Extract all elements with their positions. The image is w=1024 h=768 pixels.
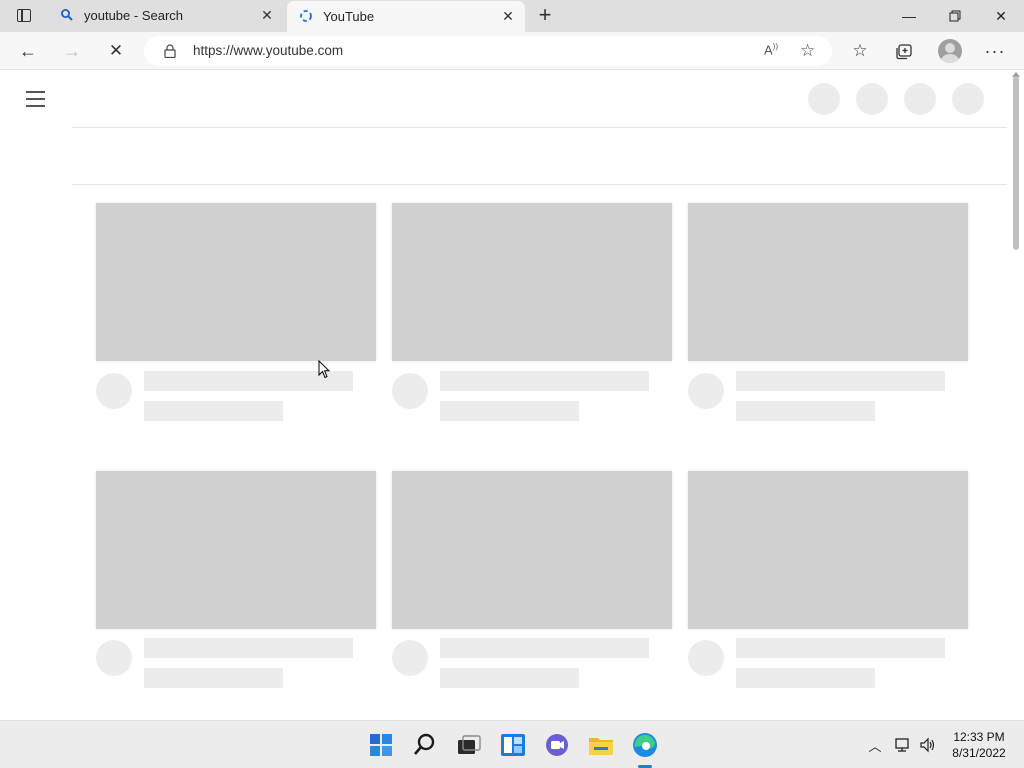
taskbar: ︿ 12:33 PM 8/31/2022 bbox=[0, 720, 1024, 768]
video-meta-placeholder bbox=[144, 401, 283, 421]
video-title-placeholder bbox=[736, 638, 945, 658]
video-meta-placeholder bbox=[736, 668, 875, 688]
read-aloud-icon[interactable]: A)) bbox=[764, 42, 784, 60]
clock-date: 8/31/2022 bbox=[952, 746, 1006, 760]
video-title-placeholder bbox=[440, 371, 649, 391]
masthead-placeholder bbox=[856, 83, 888, 115]
tab-actions-icon bbox=[17, 9, 31, 22]
video-thumbnail-placeholder bbox=[96, 471, 376, 629]
new-tab-button[interactable]: + bbox=[534, 2, 556, 27]
loading-spinner-icon bbox=[300, 10, 312, 22]
masthead-placeholder bbox=[808, 83, 840, 115]
page-content bbox=[0, 70, 1024, 720]
tab-youtube[interactable]: YouTube ✕ bbox=[287, 1, 525, 32]
tab-close-icon[interactable]: ✕ bbox=[499, 7, 517, 25]
channel-avatar-placeholder bbox=[96, 373, 132, 409]
close-icon: ✕ bbox=[995, 8, 1007, 24]
masthead-placeholder bbox=[904, 83, 936, 115]
more-icon: ··· bbox=[984, 41, 1006, 61]
favorites-button[interactable]: ☆ bbox=[849, 40, 871, 62]
tab-title: YouTube bbox=[323, 9, 375, 24]
close-window-button[interactable]: ✕ bbox=[978, 0, 1024, 32]
plus-icon: + bbox=[538, 2, 552, 27]
mouse-cursor-icon bbox=[318, 360, 330, 379]
back-button[interactable]: ← bbox=[14, 37, 42, 65]
video-thumbnail-placeholder bbox=[96, 203, 376, 361]
video-thumbnail-placeholder bbox=[688, 203, 968, 361]
favorites-icon: ☆ bbox=[852, 41, 868, 60]
video-meta-placeholder bbox=[440, 401, 579, 421]
widgets-icon[interactable] bbox=[499, 731, 527, 759]
volume-icon[interactable] bbox=[919, 736, 937, 754]
chat-icon[interactable] bbox=[543, 731, 571, 759]
channel-avatar-placeholder bbox=[96, 640, 132, 676]
stop-icon: ✕ bbox=[108, 41, 124, 60]
video-thumbnail-placeholder bbox=[392, 203, 672, 361]
search-icon bbox=[61, 9, 73, 21]
video-meta-placeholder bbox=[736, 401, 875, 421]
restore-icon bbox=[949, 10, 961, 22]
browser-tab-bar: youtube - Search ✕ YouTube ✕ + — ✕ bbox=[0, 0, 1024, 32]
masthead-placeholder bbox=[952, 83, 984, 115]
minimize-button[interactable]: — bbox=[886, 0, 932, 32]
minimize-icon: — bbox=[902, 8, 916, 24]
profile-icon[interactable] bbox=[938, 39, 962, 63]
search-icon[interactable] bbox=[411, 731, 439, 759]
tab-close-icon[interactable]: ✕ bbox=[258, 6, 276, 24]
lock-icon[interactable] bbox=[164, 44, 176, 58]
chevron-up-icon[interactable]: ︿ bbox=[866, 736, 884, 754]
address-bar[interactable]: https://www.youtube.com A)) ☆ bbox=[144, 36, 832, 66]
video-title-placeholder bbox=[440, 638, 649, 658]
file-explorer-icon[interactable] bbox=[587, 731, 615, 759]
system-clock[interactable]: 12:33 PM 8/31/2022 bbox=[944, 729, 1014, 761]
video-title-placeholder bbox=[144, 638, 353, 658]
channel-avatar-placeholder bbox=[688, 640, 724, 676]
forward-arrow-icon: → bbox=[63, 41, 81, 61]
task-view-icon[interactable] bbox=[455, 731, 483, 759]
vertical-scrollbar[interactable] bbox=[1008, 70, 1024, 720]
video-meta-placeholder bbox=[144, 668, 283, 688]
tab-actions-button[interactable] bbox=[10, 6, 38, 26]
url-text[interactable]: https://www.youtube.com bbox=[193, 43, 343, 58]
hamburger-menu-icon[interactable] bbox=[26, 91, 46, 107]
stop-loading-button[interactable]: ✕ bbox=[102, 37, 130, 65]
scrollbar-thumb[interactable] bbox=[1013, 76, 1019, 250]
video-meta-placeholder bbox=[440, 668, 579, 688]
tab-title: youtube - Search bbox=[84, 8, 184, 23]
channel-avatar-placeholder bbox=[392, 640, 428, 676]
browser-toolbar: ← → ✕ https://www.youtube.com A)) ☆ ☆ ··… bbox=[0, 32, 1024, 70]
forward-button[interactable]: → bbox=[58, 37, 86, 65]
restore-button[interactable] bbox=[932, 0, 978, 32]
start-icon[interactable] bbox=[367, 731, 395, 759]
more-button[interactable]: ··· bbox=[984, 40, 1006, 62]
network-icon[interactable] bbox=[894, 736, 912, 754]
tab-youtube-search[interactable]: youtube - Search ✕ bbox=[48, 0, 284, 32]
add-favorite-icon[interactable]: ☆ bbox=[800, 41, 820, 61]
edge-icon[interactable] bbox=[631, 731, 659, 759]
channel-avatar-placeholder bbox=[392, 373, 428, 409]
video-thumbnail-placeholder bbox=[392, 471, 672, 629]
collections-button[interactable] bbox=[893, 40, 915, 62]
channel-avatar-placeholder bbox=[688, 373, 724, 409]
video-title-placeholder bbox=[736, 371, 945, 391]
chips-bar-placeholder bbox=[72, 127, 1007, 185]
clock-time: 12:33 PM bbox=[953, 730, 1005, 744]
collections-icon bbox=[896, 44, 912, 60]
video-thumbnail-placeholder bbox=[688, 471, 968, 629]
back-arrow-icon: ← bbox=[19, 41, 37, 61]
